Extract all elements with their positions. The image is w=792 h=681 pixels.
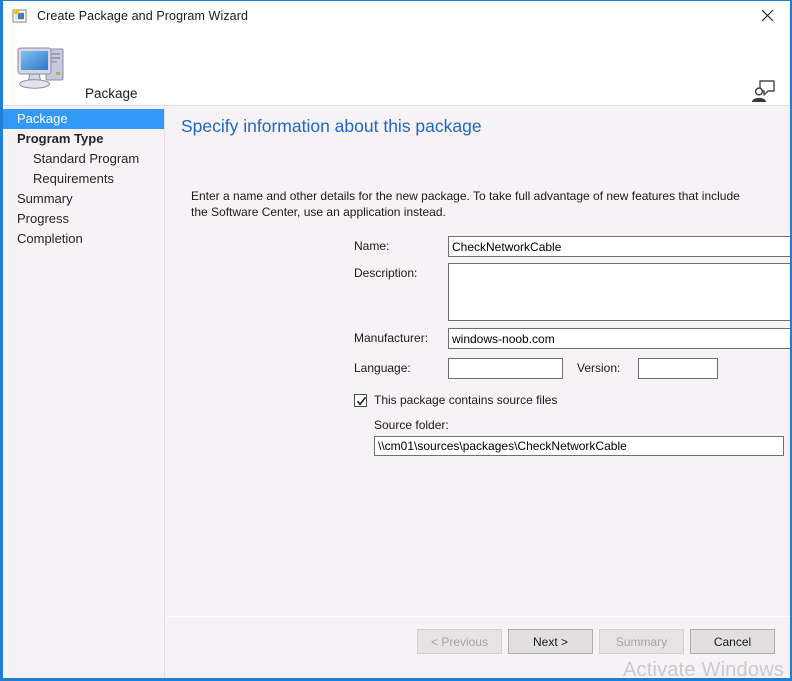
main-pane: Specify information about this package E… <box>166 106 790 617</box>
sidebar-item-label: Progress <box>17 211 70 226</box>
wizard-content: Package Program Type Standard Program Re… <box>3 106 790 678</box>
window-title: Create Package and Program Wizard <box>37 9 249 23</box>
contains-source-files-checkbox[interactable]: This package contains source files <box>354 393 557 407</box>
language-input[interactable] <box>448 358 563 379</box>
wizard-window: Create Package and Program Wizard Packag… <box>0 0 792 681</box>
sidebar-item-label: Requirements <box>33 171 114 186</box>
contains-source-files-label: This package contains source files <box>374 393 558 407</box>
sidebar-item-package[interactable]: Package <box>3 109 164 129</box>
close-icon[interactable] <box>745 1 790 30</box>
sidebar-item-requirements[interactable]: Requirements <box>3 169 164 189</box>
sidebar-item-label: Standard Program <box>33 151 140 166</box>
name-input[interactable] <box>448 236 790 257</box>
sidebar-item-summary[interactable]: Summary <box>3 189 164 209</box>
sidebar-item-label: Program Type <box>17 131 104 146</box>
intro-text: Enter a name and other details for the n… <box>191 189 740 219</box>
description-label: Description: <box>354 266 418 280</box>
version-input[interactable] <box>638 358 718 379</box>
sidebar-item-program-type[interactable]: Program Type <box>3 129 164 149</box>
language-label: Language: <box>354 361 411 375</box>
next-button[interactable]: Next > <box>508 629 593 654</box>
source-folder-label: Source folder: <box>374 418 449 432</box>
title-bar: Create Package and Program Wizard <box>3 1 790 31</box>
sidebar-item-label: Completion <box>17 231 83 246</box>
sidebar-item-standard-program[interactable]: Standard Program <box>3 149 164 169</box>
manufacturer-input[interactable] <box>448 328 790 349</box>
description-box <box>448 263 790 321</box>
cancel-button[interactable]: Cancel <box>690 629 775 654</box>
version-label: Version: <box>577 361 621 375</box>
previous-button[interactable]: < Previous <box>417 629 502 654</box>
name-label: Name: <box>354 239 390 253</box>
feedback-person-icon[interactable] <box>750 79 776 103</box>
wizard-footer: < Previous Next > Summary Cancel <box>166 617 790 678</box>
description-input[interactable] <box>449 264 790 320</box>
header-title: Package <box>85 86 138 101</box>
sidebar-item-label: Summary <box>17 191 73 206</box>
sidebar-item-label: Package <box>17 111 68 126</box>
wizard-steps-sidebar: Package Program Type Standard Program Re… <box>3 106 165 678</box>
summary-button[interactable]: Summary <box>599 629 684 654</box>
sidebar-item-progress[interactable]: Progress <box>3 209 164 229</box>
checkbox-checked-icon <box>354 393 367 407</box>
manufacturer-label: Manufacturer: <box>354 331 429 345</box>
package-wizard-icon <box>12 8 28 24</box>
computer-icon <box>15 41 71 93</box>
wizard-header: Package <box>3 31 790 106</box>
page-title: Specify information about this package <box>181 116 482 136</box>
source-folder-input[interactable] <box>374 436 784 456</box>
sidebar-item-completion[interactable]: Completion <box>3 229 164 249</box>
